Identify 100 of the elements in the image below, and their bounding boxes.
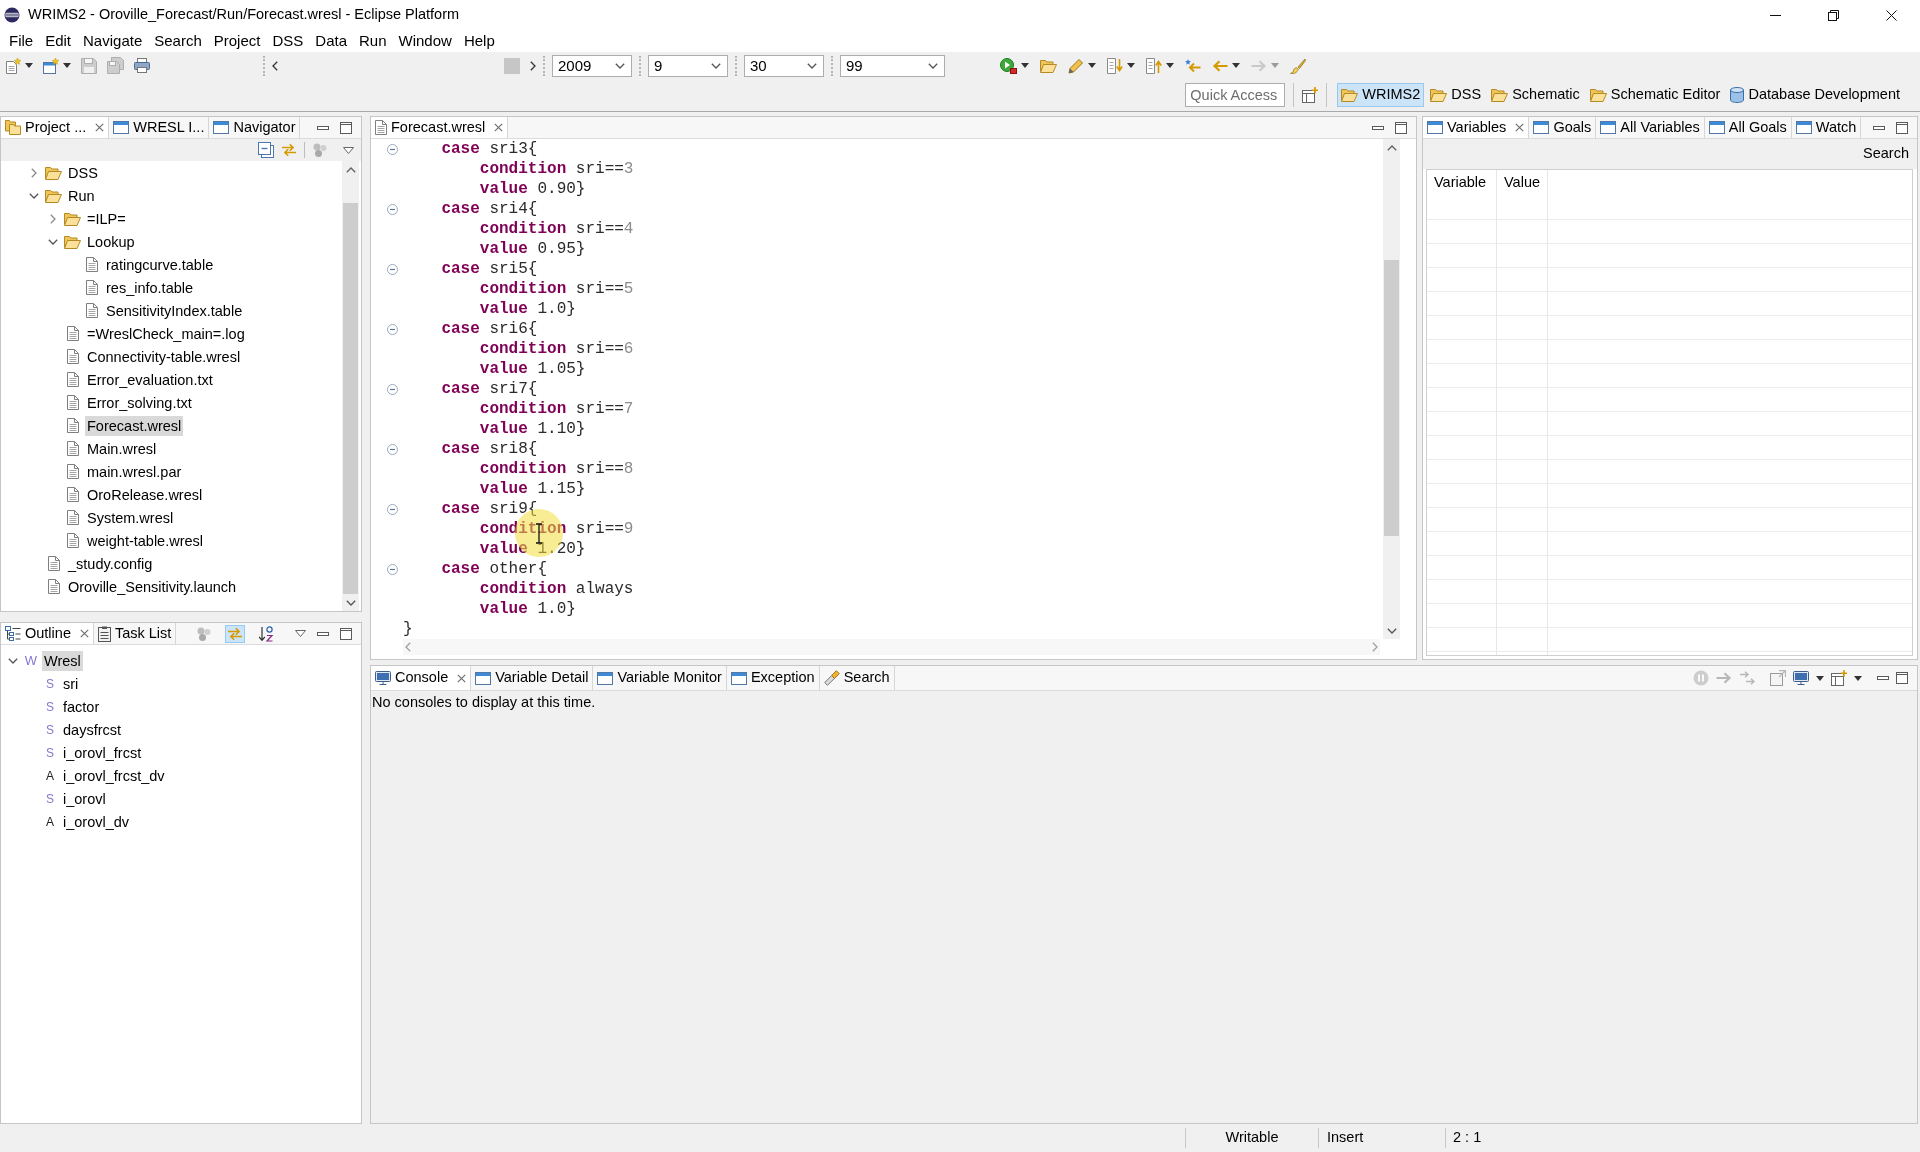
vertical-scrollbar[interactable] [342, 161, 359, 611]
tree-item[interactable]: Connectivity-table.wresl [85, 346, 243, 367]
dots-icon[interactable] [312, 143, 328, 157]
tab[interactable]: Goals [1529, 117, 1597, 138]
caret-icon[interactable] [1854, 675, 1862, 681]
tab[interactable]: Outline [1, 623, 94, 644]
chevron-right-icon[interactable] [530, 60, 536, 71]
menu-item[interactable]: File [3, 30, 40, 52]
maximize-icon[interactable] [1896, 121, 1908, 134]
tab[interactable]: Navigator [209, 117, 301, 138]
caret-icon[interactable] [1166, 63, 1174, 68]
minus-circle-icon[interactable] [387, 263, 398, 275]
scrollbar-thumb[interactable] [343, 203, 358, 594]
perspective-button[interactable]: DSS [1426, 83, 1486, 107]
minus-circle-icon[interactable] [387, 323, 398, 335]
outline-item[interactable]: factor [61, 696, 102, 717]
triangle-down-icon[interactable] [295, 630, 306, 637]
outline-item[interactable]: Wresl [42, 650, 83, 671]
chevron-down-icon[interactable] [29, 192, 39, 199]
tab[interactable]: Console [371, 666, 472, 690]
tree-item[interactable]: Oroville_Sensitivity.launch [66, 576, 239, 597]
tab[interactable]: Task List [93, 623, 177, 644]
tab[interactable]: Variables [1423, 117, 1530, 138]
dropdown-field[interactable]: 2009 [552, 54, 632, 77]
dropdown-field[interactable]: 30 [744, 54, 824, 77]
search-button[interactable]: Search [1861, 145, 1911, 163]
pencil-icon[interactable] [1068, 57, 1084, 74]
menu-item[interactable]: Data [309, 30, 353, 52]
caret-icon[interactable] [1088, 63, 1096, 68]
minus-circle-icon[interactable] [387, 443, 398, 455]
tab[interactable]: Variable Detail [471, 666, 594, 690]
minimize-icon[interactable] [1372, 125, 1384, 130]
caret-icon[interactable] [1816, 675, 1824, 681]
window-plus-icon[interactable] [1831, 670, 1847, 686]
collapse-icon[interactable] [258, 142, 274, 158]
tree-item[interactable]: Forecast.wresl [85, 415, 184, 436]
maximize-icon[interactable] [1395, 121, 1407, 134]
tree-item[interactable]: Run [66, 185, 97, 206]
minimize-icon[interactable] [1877, 676, 1889, 680]
chevron-down-icon[interactable] [48, 238, 58, 245]
tree-item[interactable]: weight-table.wresl [85, 530, 206, 551]
tab[interactable]: All Variables [1596, 117, 1705, 138]
minus-circle-icon[interactable] [387, 503, 398, 515]
chevron-left-icon[interactable] [272, 60, 278, 71]
tree-item[interactable]: Lookup [85, 231, 137, 252]
outline-item[interactable]: i_orovl_frcst [61, 742, 144, 763]
perspective-button[interactable]: WRIMS2 [1337, 83, 1425, 107]
perspective-button[interactable]: Schematic [1487, 83, 1584, 107]
minimize-icon[interactable] [317, 631, 329, 636]
vertical-scrollbar[interactable] [1383, 139, 1400, 639]
tree-item[interactable]: ratingcurve.table [104, 254, 216, 275]
monitor-icon[interactable] [1793, 671, 1809, 685]
menu-item[interactable]: Search [148, 30, 208, 52]
minimize-icon[interactable] [1873, 125, 1885, 130]
sort-icon[interactable] [256, 623, 276, 644]
tree-item[interactable]: _study.config [66, 553, 155, 574]
menu-item[interactable]: Project [207, 30, 267, 52]
column-header[interactable]: Variable [1434, 174, 1487, 192]
tab[interactable]: Variable Monitor [593, 666, 727, 690]
restore-icon[interactable] [1827, 9, 1839, 21]
menu-item[interactable]: Run [353, 30, 393, 52]
tree-item[interactable]: SensitivityIndex.table [104, 300, 245, 321]
perspective-button[interactable]: Schematic Editor [1585, 83, 1725, 107]
dropdown-field[interactable]: 9 [648, 54, 728, 77]
menu-item[interactable]: Navigate [77, 30, 149, 52]
caret-icon[interactable] [25, 63, 33, 68]
tree-item[interactable]: DSS [66, 162, 100, 183]
minus-circle-icon[interactable] [387, 203, 398, 215]
chevron-down-icon[interactable] [345, 599, 356, 606]
scrollbar-thumb[interactable] [1384, 260, 1399, 536]
tree-item[interactable]: Error_solving.txt [85, 392, 194, 413]
chevron-down-icon[interactable] [8, 657, 18, 664]
tree-item[interactable]: =ILP= [85, 208, 128, 229]
tab[interactable]: Forecast.wresl [371, 117, 509, 138]
triangle-down-icon[interactable] [343, 146, 354, 154]
menu-item[interactable]: Window [392, 30, 458, 52]
folder-icon[interactable] [1040, 58, 1057, 73]
minus-circle-icon[interactable] [387, 383, 398, 395]
chevron-up-icon[interactable] [345, 166, 356, 173]
tree-item[interactable]: Main.wresl [85, 438, 159, 459]
outline-item[interactable]: i_orovl_dv [61, 811, 132, 832]
tab[interactable]: All Goals [1704, 117, 1792, 138]
minus-circle-icon[interactable] [387, 563, 398, 575]
outline-item[interactable]: sri [61, 673, 81, 694]
minimize-icon[interactable] [1769, 14, 1781, 16]
tree-item[interactable]: System.wresl [85, 507, 176, 528]
tree-item[interactable]: main.wresl.par [85, 461, 184, 482]
menu-item[interactable]: Edit [39, 30, 78, 52]
maximize-icon[interactable] [340, 627, 352, 640]
tree-item[interactable]: =WreslCheck_main=.log [85, 323, 247, 344]
tab[interactable]: WRESL I... [109, 117, 210, 138]
minus-circle-icon[interactable] [387, 143, 398, 155]
outline-item[interactable]: daysfrcst [61, 719, 123, 740]
maximize-icon[interactable] [1896, 672, 1908, 684]
printer-icon[interactable] [134, 58, 150, 73]
brush-icon[interactable] [1290, 57, 1306, 74]
tree-item[interactable]: OroRelease.wresl [85, 484, 205, 505]
outline-item[interactable]: i_orovl [61, 788, 108, 809]
caret-icon[interactable] [63, 63, 71, 68]
tab[interactable]: Exception [726, 666, 820, 690]
